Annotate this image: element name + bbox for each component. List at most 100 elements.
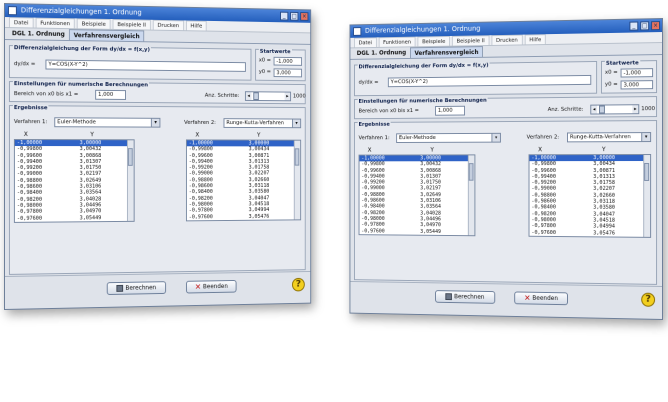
results-list-rk[interactable]: -1,00000 3,00000 -0,99800 3,00434 -0,99600 3,… bbox=[528, 154, 652, 238]
results-list-rk[interactable]: -1,00000 3,00000 -0,99800 3,00434 -0,99600 3,… bbox=[185, 139, 302, 222]
steps-slider[interactable]: ◂ ▸ bbox=[590, 104, 640, 115]
window-title: Differenzialgleichungen 1. Ordnung bbox=[20, 6, 142, 17]
range-input[interactable]: 1,000 bbox=[95, 89, 127, 100]
cell-y: 3,05476 bbox=[593, 229, 616, 237]
method2-value: Runge-Kutta-Verfahren bbox=[569, 134, 631, 141]
cell-y: 3,05476 bbox=[248, 213, 270, 220]
maximize-icon[interactable]: □ bbox=[290, 11, 299, 21]
settings-group: Einstellungen für numerische Berechnunge… bbox=[8, 81, 306, 105]
scrollbar-thumb[interactable] bbox=[127, 148, 133, 166]
slider-left-icon[interactable]: ◂ bbox=[245, 92, 252, 100]
menu-beispiele[interactable]: Beispiele bbox=[76, 18, 111, 29]
method2-label: Verfahren 2: bbox=[184, 119, 216, 126]
table-row[interactable]: -0,97600 3,05449 bbox=[15, 215, 134, 222]
col-y-header: Y bbox=[90, 131, 94, 139]
x0-input[interactable]: -1,000 bbox=[620, 68, 654, 78]
tab-dgl[interactable]: DGL 1. Ordnung bbox=[353, 47, 410, 59]
results-title: Ergebnisse bbox=[357, 121, 391, 129]
minimize-icon[interactable]: _ bbox=[280, 11, 289, 21]
menu-funktionen[interactable]: Funktionen bbox=[378, 36, 416, 47]
y0-input[interactable]: 3,000 bbox=[273, 68, 303, 78]
vertical-scrollbar[interactable] bbox=[293, 140, 301, 220]
vertical-scrollbar[interactable] bbox=[643, 155, 651, 237]
results-group: Ergebnisse Verfahren 1: Euler-Methode ▾ … bbox=[354, 120, 658, 285]
menu-hilfe[interactable]: Hilfe bbox=[185, 20, 207, 31]
scrollbar-thumb[interactable] bbox=[294, 148, 300, 166]
tab-dgl[interactable]: DGL 1. Ordnung bbox=[8, 28, 69, 40]
results-list-euler[interactable]: -1,00000 3,00000 -0,99800 3,00432 -0,99600 3,… bbox=[13, 139, 135, 223]
minimize-icon[interactable]: _ bbox=[629, 21, 639, 31]
button-bar: Berechnen ✕ Beenden ? bbox=[4, 271, 311, 310]
equation-input[interactable]: Y=COS(X-Y^2) bbox=[387, 74, 592, 88]
y0-label: y0 = bbox=[258, 69, 271, 76]
calc-button[interactable]: Berechnen bbox=[435, 290, 496, 304]
slider-left-icon[interactable]: ◂ bbox=[591, 105, 598, 114]
scrollbar-thumb[interactable] bbox=[644, 163, 650, 181]
slider-right-icon[interactable]: ▸ bbox=[284, 92, 291, 101]
col-x-header-2: X bbox=[195, 131, 200, 139]
menu-datei[interactable]: Datei bbox=[354, 37, 377, 48]
vertical-scrollbar[interactable] bbox=[126, 140, 134, 221]
app-window-left: Differenzialgleichungen 1. Ordnung _ □ ×… bbox=[4, 3, 312, 310]
menu-beispiele-2[interactable]: Beispiele II bbox=[112, 19, 151, 30]
close-x-icon: ✕ bbox=[524, 293, 531, 303]
y0-input[interactable]: 3,000 bbox=[620, 80, 654, 90]
close-button[interactable]: ✕ Beenden bbox=[185, 279, 237, 294]
x0-input[interactable]: -1,000 bbox=[273, 56, 303, 66]
menu-drucken[interactable]: Drucken bbox=[491, 34, 523, 45]
method2-select[interactable]: Runge-Kutta-Verfahren ▾ bbox=[223, 118, 302, 129]
chevron-down-icon[interactable]: ▾ bbox=[291, 119, 301, 128]
method1-label: Verfahren 1: bbox=[13, 119, 48, 126]
slider-thumb[interactable] bbox=[253, 92, 259, 101]
settings-title: Einstellungen für numerische Berechnunge… bbox=[12, 81, 150, 90]
close-icon[interactable]: × bbox=[300, 12, 309, 21]
equation-input[interactable]: Y=COS(X-Y^2) bbox=[45, 59, 246, 72]
method2-label: Verfahren 2: bbox=[526, 134, 560, 141]
table-row[interactable]: -0,97600 3,05449 bbox=[359, 228, 474, 235]
method1-select[interactable]: Euler-Methode ▾ bbox=[396, 132, 501, 143]
cell-x: -0,97600 bbox=[361, 228, 385, 234]
startwerte-group: Startwerte x0 = -1,000 y0 = 3,000 bbox=[600, 60, 658, 94]
method1-select[interactable]: Euler-Methode ▾ bbox=[54, 117, 161, 128]
menu-datei[interactable]: Datei bbox=[8, 17, 34, 28]
vertical-scrollbar[interactable] bbox=[467, 155, 475, 236]
method2-value: Runge-Kutta-Verfahren bbox=[226, 120, 285, 127]
steps-value: 1000 bbox=[292, 93, 306, 100]
help-icon[interactable]: ? bbox=[291, 277, 305, 292]
chevron-down-icon[interactable]: ▾ bbox=[641, 133, 651, 142]
results-group: Ergebnisse Verfahren 1: Euler-Methode ▾ … bbox=[8, 105, 306, 275]
close-button[interactable]: ✕ Beenden bbox=[514, 291, 568, 306]
menu-beispiele-2[interactable]: Beispiele II bbox=[451, 35, 490, 46]
menu-funktionen[interactable]: Funktionen bbox=[35, 17, 75, 29]
app-icon bbox=[353, 27, 362, 36]
menu-beispiele[interactable]: Beispiele bbox=[417, 35, 451, 47]
scrollbar-thumb[interactable] bbox=[468, 163, 474, 181]
table-row[interactable]: -0,97600 3,05476 bbox=[187, 213, 300, 220]
equation-label: dy/dx = bbox=[358, 79, 379, 86]
tab-verfahrensvergleich[interactable]: Verfahrensvergleich bbox=[68, 29, 145, 42]
range-input[interactable]: 1,000 bbox=[435, 105, 466, 116]
calc-button[interactable]: Berechnen bbox=[106, 281, 167, 296]
method2-select[interactable]: Runge-Kutta-Verfahren ▾ bbox=[567, 132, 652, 143]
slider-thumb[interactable] bbox=[599, 105, 605, 114]
slider-right-icon[interactable]: ▸ bbox=[632, 105, 639, 114]
menu-hilfe[interactable]: Hilfe bbox=[524, 34, 547, 45]
steps-slider[interactable]: ◂ ▸ bbox=[244, 91, 292, 102]
col-x-header: X bbox=[367, 146, 372, 154]
maximize-icon[interactable]: □ bbox=[640, 21, 650, 31]
button-bar: Berechnen ✕ Beenden ? bbox=[350, 281, 663, 320]
calculator-icon bbox=[116, 284, 124, 292]
range-label: Bereich von x0 bis x1 = bbox=[358, 108, 419, 115]
tab-verfahrensvergleich[interactable]: Verfahrensvergleich bbox=[409, 46, 484, 58]
results-list-euler[interactable]: -1,00000 3,00000 -0,99800 3,00432 -0,99600 3,… bbox=[358, 154, 476, 237]
table-row[interactable]: -0,97600 3,05476 bbox=[529, 229, 650, 236]
chevron-down-icon[interactable]: ▾ bbox=[491, 133, 500, 142]
close-icon[interactable]: × bbox=[651, 21, 661, 31]
menu-drucken[interactable]: Drucken bbox=[152, 19, 184, 31]
method1-value: Euler-Methode bbox=[398, 135, 436, 142]
equation-label: dy/dx = bbox=[13, 61, 36, 68]
equation-group-title: Differenzialgleichung der Form dy/dx = f… bbox=[12, 45, 151, 55]
help-icon[interactable]: ? bbox=[641, 292, 656, 307]
calc-button-label: Berechnen bbox=[454, 293, 485, 301]
chevron-down-icon[interactable]: ▾ bbox=[150, 118, 160, 127]
